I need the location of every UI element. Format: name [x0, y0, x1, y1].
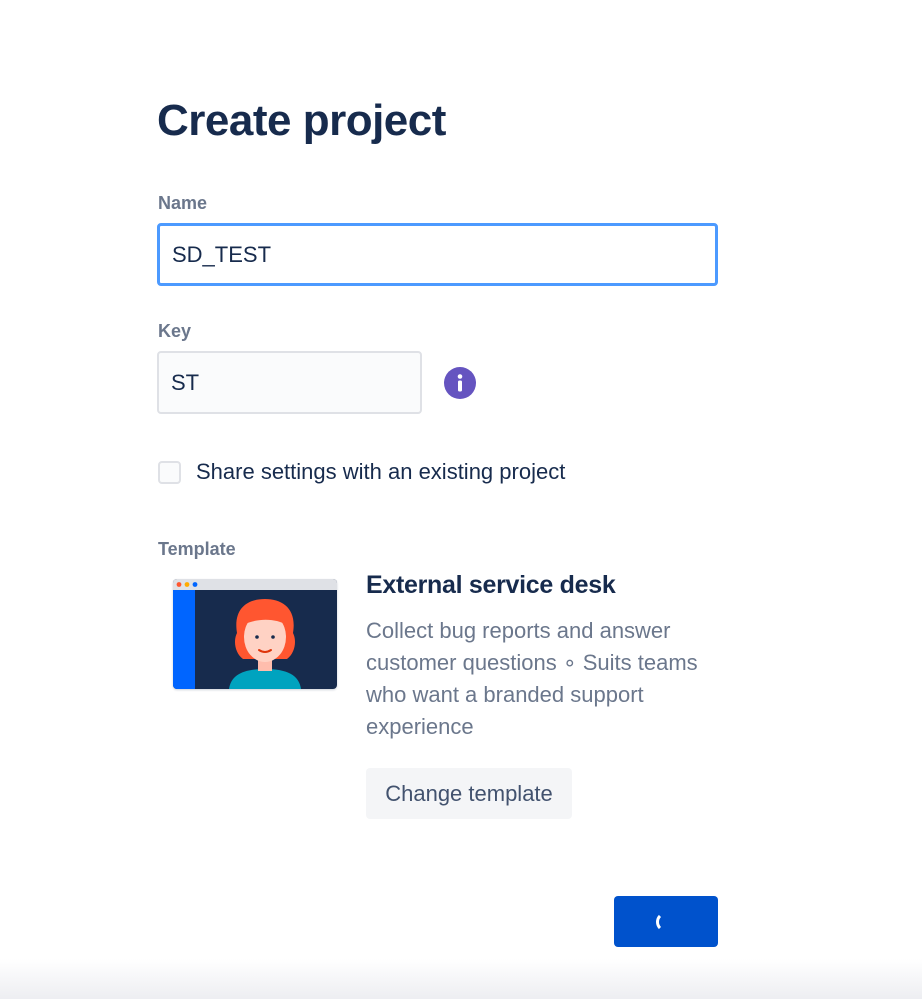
template-thumbnail: [173, 579, 337, 689]
key-input-value: ST: [171, 369, 200, 395]
key-label: Key: [158, 321, 192, 341]
template-label: Template: [158, 539, 236, 559]
change-template-button[interactable]: Change template: [366, 768, 572, 819]
name-label: Name: [158, 193, 208, 213]
loading-spinner-icon: [656, 911, 676, 932]
name-input[interactable]: SD_TEST: [157, 223, 718, 286]
template-description: Collect bug reports and answer customer …: [366, 618, 698, 739]
key-input[interactable]: ST: [157, 351, 422, 414]
name-input-value: SD_TEST: [172, 241, 272, 267]
footer-fade: [0, 959, 922, 999]
share-settings-label: Share settings with an existing project: [196, 459, 566, 484]
page-title: Create project: [157, 96, 446, 145]
create-button[interactable]: [614, 896, 718, 947]
share-settings-checkbox[interactable]: [158, 460, 181, 484]
share-settings-option[interactable]: Share settings with an existing project: [158, 459, 565, 485]
template-title: External service desk: [366, 571, 616, 599]
info-icon[interactable]: [444, 367, 476, 399]
create-project-page: Create project Name SD_TEST Key ST Share…: [0, 0, 922, 999]
